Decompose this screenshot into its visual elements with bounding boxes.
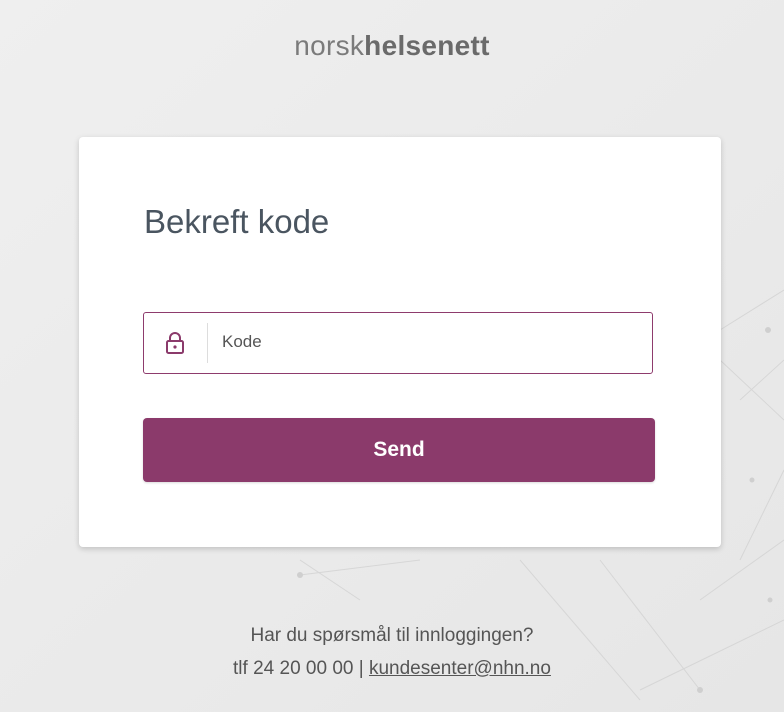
- logo-bold-text: helsenett: [364, 30, 490, 61]
- card-title: Bekreft kode: [144, 203, 330, 240]
- norsk-helsenett-logo: norskhelsenett: [0, 30, 784, 62]
- help-question: Har du spørsmål til innloggingen?: [250, 625, 534, 646]
- code-field[interactable]: [143, 312, 653, 374]
- send-button[interactable]: Send: [143, 418, 655, 482]
- code-input[interactable]: [222, 313, 642, 371]
- lock-icon: [164, 331, 186, 355]
- logo-light-text: norsk: [294, 30, 365, 61]
- confirm-code-card: Bekreft kode Send: [79, 137, 721, 547]
- help-footer: Har du spørsmål til innloggingen? tlf 24…: [0, 619, 784, 685]
- email-link[interactable]: kundesenter@nhn.no: [369, 658, 551, 679]
- phone-text: tlf 24 20 00 00: [233, 658, 354, 679]
- contact-separator: |: [353, 658, 369, 679]
- field-divider: [207, 323, 208, 363]
- contact-line: tlf 24 20 00 00 | kundesenter@nhn.no: [0, 652, 784, 685]
